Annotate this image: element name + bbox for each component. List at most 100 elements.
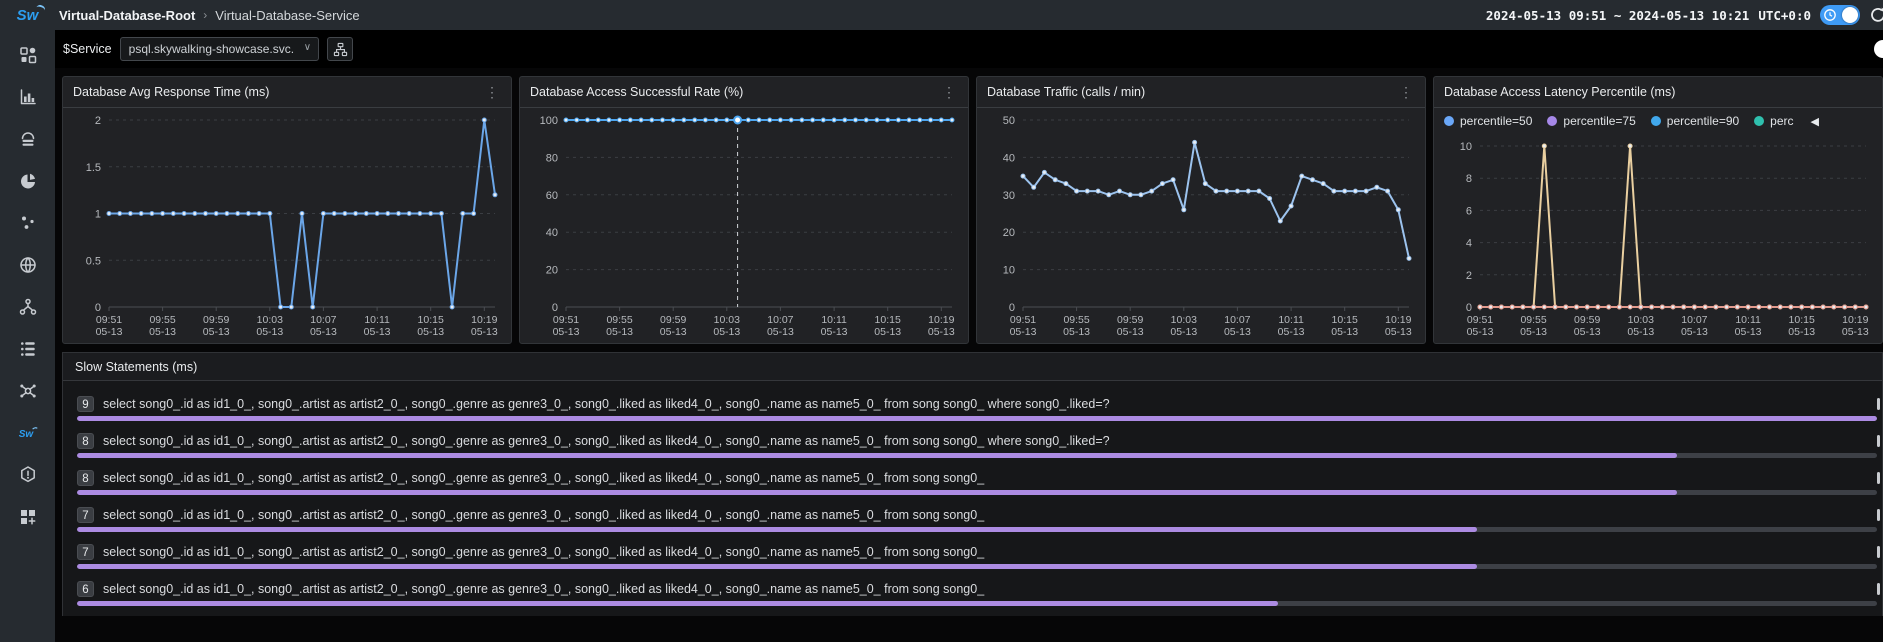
svg-text:10:11: 10:11 xyxy=(1735,314,1761,326)
panel-traffic: Database Traffic (calls / min) ⋮ 0102030… xyxy=(976,76,1426,344)
mesh-icon xyxy=(18,381,38,404)
row-scrollbar[interactable] xyxy=(1877,509,1880,521)
timezone-label: UTC+0:0 xyxy=(1758,8,1811,23)
sidebar-item-alarm[interactable] xyxy=(14,464,42,488)
legend-item-percentile=90[interactable]: percentile=90 xyxy=(1651,114,1739,128)
svg-text:09:51: 09:51 xyxy=(1467,314,1493,326)
slow-statement-row[interactable]: 9select song0_.id as id1_0_, song0_.arti… xyxy=(77,395,1882,432)
utc-toggle[interactable] xyxy=(1820,5,1860,25)
skywalking-logo-icon: Sw xyxy=(17,7,39,24)
latency-bar-track xyxy=(77,453,1877,458)
chart-avg-response-time[interactable]: 00.511.5209:5105-1309:5505-1309:5905-131… xyxy=(63,108,511,343)
latency-bar-fill xyxy=(77,564,1477,569)
svg-text:10:15: 10:15 xyxy=(418,314,444,326)
svg-text:05-13: 05-13 xyxy=(1063,326,1090,338)
sidebar-item-list[interactable] xyxy=(14,338,42,362)
sidebar-item-scatter[interactable] xyxy=(14,212,42,236)
legend-label: percentile=90 xyxy=(1667,114,1739,128)
row-scrollbar[interactable] xyxy=(1877,435,1880,447)
latency-bar-track xyxy=(77,490,1877,495)
pie-chart-icon xyxy=(18,171,38,194)
sidebar-item-pie-chart[interactable] xyxy=(14,170,42,194)
legend-item-percentile=50[interactable]: percentile=50 xyxy=(1444,114,1532,128)
svg-text:09:51: 09:51 xyxy=(1010,314,1036,326)
svg-text:05-13: 05-13 xyxy=(1681,326,1708,338)
legend-label: percentile=75 xyxy=(1563,114,1635,128)
service-select[interactable]: psql.skywalking-showcase.svc. ∨ xyxy=(120,37,319,61)
svg-text:05-13: 05-13 xyxy=(417,326,444,338)
row-scrollbar[interactable] xyxy=(1877,583,1880,595)
legend-item-percentile=75[interactable]: percentile=75 xyxy=(1547,114,1635,128)
svg-text:09:51: 09:51 xyxy=(553,314,579,326)
sidebar-item-bar-chart[interactable] xyxy=(14,86,42,110)
top-bar: Sw Virtual-Database-Root › Virtual-Datab… xyxy=(0,0,1883,30)
refresh-icon[interactable] xyxy=(1869,6,1883,24)
row-scrollbar[interactable] xyxy=(1877,472,1880,484)
sidebar-item-skywalking[interactable]: Sw xyxy=(14,422,42,446)
svg-text:40: 40 xyxy=(546,227,558,239)
svg-text:10:15: 10:15 xyxy=(1789,314,1815,326)
breadcrumb-current[interactable]: Virtual-Database-Service xyxy=(215,8,359,23)
topology-link-button[interactable] xyxy=(327,37,353,61)
svg-text:10:03: 10:03 xyxy=(1171,314,1197,326)
row-scrollbar[interactable] xyxy=(1877,546,1880,558)
latency-bar-track xyxy=(77,527,1877,532)
database-icon xyxy=(18,129,38,152)
app-logo[interactable]: Sw xyxy=(0,7,55,24)
panel-menu-icon[interactable]: ⋮ xyxy=(940,84,958,101)
svg-text:05-13: 05-13 xyxy=(1224,326,1251,338)
svg-text:4: 4 xyxy=(1466,238,1472,250)
chart-traffic[interactable]: 0102030405009:5105-1309:5505-1309:5905-1… xyxy=(977,108,1425,343)
svg-text:10:07: 10:07 xyxy=(767,314,793,326)
latency-badge: 6 xyxy=(77,581,94,597)
svg-text:09:55: 09:55 xyxy=(606,314,632,326)
svg-text:1: 1 xyxy=(95,209,101,221)
svg-text:100: 100 xyxy=(540,115,558,127)
chart-title: Database Traffic (calls / min) xyxy=(987,85,1397,99)
apps-grid-icon xyxy=(18,45,38,68)
time-range-picker[interactable]: 2024-05-13 09:51 ~ 2024-05-13 10:21 xyxy=(1486,8,1749,23)
svg-text:05-13: 05-13 xyxy=(606,326,633,338)
legend-dot-icon xyxy=(1754,116,1764,126)
svg-text:05-13: 05-13 xyxy=(471,326,498,338)
svg-text:80: 80 xyxy=(546,152,558,164)
slow-statement-row[interactable]: 6select song0_.id as id1_0_, song0_.arti… xyxy=(77,580,1882,616)
legend-item-perc[interactable]: perc xyxy=(1754,114,1793,128)
sidebar-item-globe[interactable] xyxy=(14,254,42,278)
service-label: $Service xyxy=(63,42,112,56)
latency-bar-fill xyxy=(77,490,1677,495)
floating-toggle[interactable] xyxy=(1874,40,1883,58)
sidebar-item-widgets-plus[interactable] xyxy=(14,506,42,530)
svg-text:10:07: 10:07 xyxy=(310,314,336,326)
svg-text:60: 60 xyxy=(546,190,558,202)
panel-menu-icon[interactable]: ⋮ xyxy=(483,84,501,101)
slow-statements-rows: 9select song0_.id as id1_0_, song0_.arti… xyxy=(63,381,1882,616)
service-toolbar: $Service psql.skywalking-showcase.svc. ∨ xyxy=(55,30,1883,68)
sidebar-item-mesh[interactable] xyxy=(14,380,42,404)
legend-prev-icon[interactable]: ◀ xyxy=(1811,115,1819,128)
svg-text:10:15: 10:15 xyxy=(1332,314,1358,326)
chart-latency-percentile[interactable]: 024681009:5105-1309:5505-1309:5905-1310:… xyxy=(1434,134,1882,343)
latency-bar-track xyxy=(77,601,1877,606)
svg-text:05-13: 05-13 xyxy=(1117,326,1144,338)
svg-text:20: 20 xyxy=(1003,227,1015,239)
svg-text:05-13: 05-13 xyxy=(1010,326,1037,338)
slow-statement-row[interactable]: 8select song0_.id as id1_0_, song0_.arti… xyxy=(77,432,1882,469)
row-scrollbar[interactable] xyxy=(1877,398,1880,410)
svg-text:05-13: 05-13 xyxy=(149,326,176,338)
sidebar-item-apps-grid[interactable] xyxy=(14,44,42,68)
slow-statement-row[interactable]: 7select song0_.id as id1_0_, song0_.arti… xyxy=(77,506,1882,543)
slow-statement-row[interactable]: 8select song0_.id as id1_0_, song0_.arti… xyxy=(77,469,1882,506)
svg-text:10:03: 10:03 xyxy=(257,314,283,326)
svg-text:10:07: 10:07 xyxy=(1224,314,1250,326)
chart-successful-rate[interactable]: 02040608010009:5105-1309:5505-1309:5905-… xyxy=(520,108,968,343)
svg-text:09:55: 09:55 xyxy=(1063,314,1089,326)
sidebar-item-database[interactable] xyxy=(14,128,42,152)
svg-text:10:19: 10:19 xyxy=(1842,314,1868,326)
svg-text:09:59: 09:59 xyxy=(1117,314,1143,326)
latency-badge: 7 xyxy=(77,544,94,560)
breadcrumb-root[interactable]: Virtual-Database-Root xyxy=(59,8,195,23)
sidebar-item-topology[interactable] xyxy=(14,296,42,320)
panel-menu-icon[interactable]: ⋮ xyxy=(1397,84,1415,101)
slow-statement-row[interactable]: 7select song0_.id as id1_0_, song0_.arti… xyxy=(77,543,1882,580)
